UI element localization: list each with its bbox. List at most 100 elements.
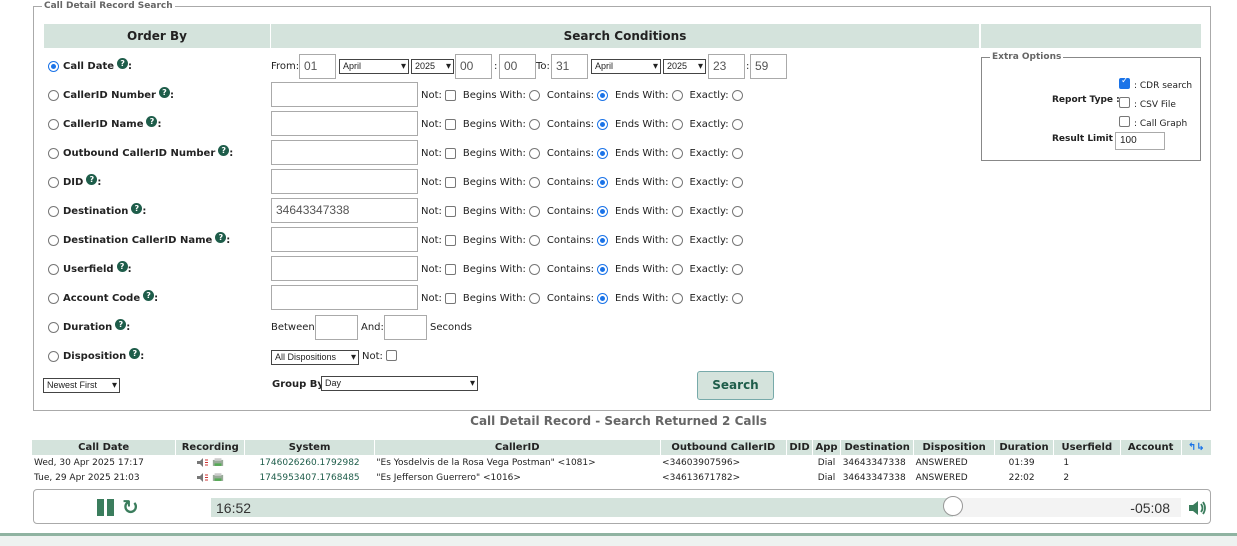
- ends-radio[interactable]: [672, 293, 683, 304]
- begins-radio[interactable]: [529, 235, 540, 246]
- field-input[interactable]: [271, 256, 418, 281]
- column-header[interactable]: DID: [787, 440, 813, 455]
- arrow-down-icon[interactable]: ↳: [1196, 442, 1204, 453]
- disposition-radio[interactable]: [48, 351, 59, 362]
- to-min-input[interactable]: 59: [750, 54, 787, 79]
- ends-radio[interactable]: [672, 235, 683, 246]
- field-option[interactable]: Outbound CallerID Number ?:: [48, 139, 233, 168]
- scroll-arrows[interactable]: ↰↳: [1181, 440, 1211, 455]
- help-icon[interactable]: ?: [115, 319, 126, 330]
- field-input[interactable]: [271, 82, 418, 107]
- not-checkbox[interactable]: [445, 293, 456, 304]
- from-day-input[interactable]: 01: [299, 54, 336, 79]
- not-checkbox[interactable]: [445, 119, 456, 130]
- column-header[interactable]: Userfield: [1053, 440, 1120, 455]
- seek-bar[interactable]: 16:52 -05:08: [211, 498, 1181, 517]
- arrow-up-icon[interactable]: ↰: [1188, 442, 1196, 453]
- field-input[interactable]: [271, 227, 418, 252]
- field-radio[interactable]: [48, 264, 59, 275]
- column-header[interactable]: Disposition: [914, 440, 995, 455]
- begins-radio[interactable]: [529, 148, 540, 159]
- exactly-radio[interactable]: [732, 206, 743, 217]
- disposition-not-checkbox[interactable]: [386, 350, 397, 361]
- exactly-radio[interactable]: [732, 148, 743, 159]
- call-date-radio[interactable]: [48, 61, 59, 72]
- field-option[interactable]: Userfield ?:: [48, 255, 132, 284]
- field-input[interactable]: [271, 111, 418, 136]
- contains-radio[interactable]: [597, 264, 608, 275]
- field-option[interactable]: CallerID Number ?:: [48, 81, 174, 110]
- download-icon[interactable]: [212, 458, 224, 467]
- not-checkbox[interactable]: [445, 148, 456, 159]
- ends-radio[interactable]: [672, 177, 683, 188]
- field-option[interactable]: Destination ?:: [48, 197, 146, 226]
- begins-radio[interactable]: [529, 264, 540, 275]
- help-icon[interactable]: ?: [117, 58, 128, 69]
- not-checkbox[interactable]: [445, 235, 456, 246]
- from-year-select[interactable]: 2025: [411, 59, 454, 74]
- csv-file-checkbox[interactable]: [1119, 97, 1130, 108]
- field-option[interactable]: Account Code ?:: [48, 284, 158, 313]
- help-icon[interactable]: ?: [129, 348, 140, 359]
- result-limit-input[interactable]: 100: [1115, 132, 1165, 150]
- system-link[interactable]: 1746026260.1792982: [245, 455, 375, 470]
- exactly-radio[interactable]: [732, 264, 743, 275]
- replay-icon[interactable]: ↻: [122, 497, 142, 517]
- exactly-radio[interactable]: [732, 90, 743, 101]
- help-icon[interactable]: ?: [143, 290, 154, 301]
- column-header[interactable]: Destination: [841, 440, 914, 455]
- field-radio[interactable]: [48, 206, 59, 217]
- begins-radio[interactable]: [529, 293, 540, 304]
- exactly-radio[interactable]: [732, 119, 743, 130]
- download-icon[interactable]: [212, 473, 224, 482]
- help-icon[interactable]: ?: [131, 203, 142, 214]
- search-button[interactable]: Search: [697, 371, 774, 400]
- field-input[interactable]: 34643347338: [271, 198, 418, 223]
- contains-radio[interactable]: [597, 206, 608, 217]
- field-radio[interactable]: [48, 293, 59, 304]
- contains-radio[interactable]: [597, 235, 608, 246]
- field-radio[interactable]: [48, 119, 59, 130]
- begins-radio[interactable]: [529, 206, 540, 217]
- contains-radio[interactable]: [597, 177, 608, 188]
- ends-radio[interactable]: [672, 90, 683, 101]
- column-header[interactable]: Outbound CallerID: [660, 440, 787, 455]
- begins-radio[interactable]: [529, 177, 540, 188]
- volume-icon[interactable]: [1188, 499, 1208, 517]
- duration-option[interactable]: Duration ?:: [48, 313, 130, 342]
- system-link[interactable]: 1745953407.1768485: [245, 470, 375, 485]
- call-graph-checkbox[interactable]: [1119, 116, 1130, 127]
- column-header[interactable]: System: [245, 440, 375, 455]
- from-month-select[interactable]: April: [339, 59, 409, 74]
- ends-radio[interactable]: [672, 148, 683, 159]
- begins-radio[interactable]: [529, 90, 540, 101]
- contains-radio[interactable]: [597, 119, 608, 130]
- field-input[interactable]: [271, 140, 418, 165]
- column-header[interactable]: Call Date: [32, 440, 176, 455]
- speaker-icon[interactable]: [197, 473, 209, 482]
- seek-knob[interactable]: [943, 496, 963, 516]
- duration-min-input[interactable]: [315, 315, 358, 340]
- exactly-radio[interactable]: [732, 177, 743, 188]
- field-input[interactable]: [271, 285, 418, 310]
- help-icon[interactable]: ?: [86, 174, 97, 185]
- help-icon[interactable]: ?: [146, 116, 157, 127]
- field-radio[interactable]: [48, 177, 59, 188]
- help-icon[interactable]: ?: [215, 232, 226, 243]
- to-month-select[interactable]: April: [591, 59, 661, 74]
- field-option[interactable]: CallerID Name ?:: [48, 110, 161, 139]
- to-hour-input[interactable]: 23: [708, 54, 745, 79]
- not-checkbox[interactable]: [445, 264, 456, 275]
- help-icon[interactable]: ?: [218, 145, 229, 156]
- help-icon[interactable]: ?: [117, 261, 128, 272]
- field-radio[interactable]: [48, 235, 59, 246]
- duration-max-input[interactable]: [384, 315, 427, 340]
- begins-radio[interactable]: [529, 119, 540, 130]
- not-checkbox[interactable]: [445, 177, 456, 188]
- ends-radio[interactable]: [672, 264, 683, 275]
- from-min-input[interactable]: 00: [499, 54, 536, 79]
- field-option[interactable]: DID ?:: [48, 168, 101, 197]
- disposition-select[interactable]: All Dispositions: [271, 350, 359, 365]
- field-option[interactable]: Destination CallerID Name ?:: [48, 226, 230, 255]
- duration-radio[interactable]: [48, 322, 59, 333]
